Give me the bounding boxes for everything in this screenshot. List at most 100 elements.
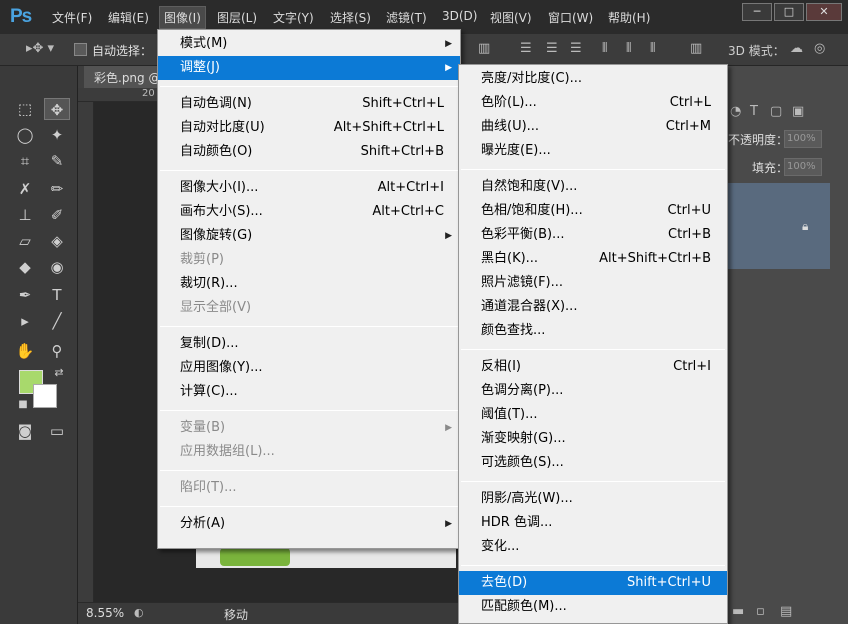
image-menu-item-5[interactable]: 自动颜色(O) Shift+Ctrl+B: [158, 140, 460, 164]
default-colors-icon[interactable]: ■: [10, 394, 36, 416]
new-group-icon[interactable]: ▬: [732, 604, 744, 619]
adjust-menu-item-label: HDR 色调...: [481, 515, 553, 530]
zoom-tool-icon[interactable]: ⚲: [44, 340, 70, 362]
healing-brush-tool-icon[interactable]: ✗: [12, 178, 38, 200]
history-brush-tool-icon[interactable]: ✐: [44, 204, 70, 226]
quick-mask-icon[interactable]: ◙: [12, 420, 38, 442]
adjust-menu-item-20[interactable]: HDR 色调...: [459, 511, 727, 535]
type-tool-icon[interactable]: T: [44, 284, 70, 306]
adjust-menu-item-1[interactable]: 色阶(L)... Ctrl+L: [459, 91, 727, 115]
adjust-menu-item-2[interactable]: 曲线(U)... Ctrl+M: [459, 115, 727, 139]
adjust-menu-item-0[interactable]: 亮度/对比度(C)...: [459, 67, 727, 91]
type-layer-filter-icon[interactable]: T: [750, 104, 758, 119]
minimize-button[interactable]: ─: [742, 3, 772, 21]
auto-select-checkbox[interactable]: [74, 43, 87, 56]
adjust-menu-item-14[interactable]: 色调分离(P)...: [459, 379, 727, 403]
image-menu-item-8[interactable]: 画布大小(S)... Alt+Ctrl+C: [158, 200, 460, 224]
distribute-vcenter-icon[interactable]: ☰: [546, 41, 558, 56]
hand-tool-icon[interactable]: ✋: [12, 340, 38, 362]
distribute-right-icon[interactable]: ⫴: [650, 41, 655, 56]
distribute-hcenter-icon[interactable]: ⫴: [626, 41, 631, 56]
adjust-menu-item-23[interactable]: 去色(D) Shift+Ctrl+U: [459, 571, 727, 595]
smart-object-filter-icon[interactable]: ▣: [792, 104, 804, 119]
move-tool-preset-icon[interactable]: ▸✥ ▾: [26, 41, 54, 56]
pixel-layer-filter-icon[interactable]: ◔: [730, 104, 741, 119]
auto-align-icon[interactable]: ▥: [690, 41, 702, 56]
image-menu-item-12: 显示全部(V): [158, 296, 460, 320]
line-tool-icon[interactable]: ╱: [44, 310, 70, 332]
new-layer-icon[interactable]: ▫: [756, 604, 765, 619]
selected-layer-row[interactable]: 🔒︎: [726, 183, 830, 269]
adjust-menu-item-16[interactable]: 渐变映射(G)...: [459, 427, 727, 451]
menu-type[interactable]: 文字(Y): [273, 9, 314, 26]
pen-tool-icon[interactable]: ✒: [12, 284, 38, 306]
magic-wand-tool-icon[interactable]: ✦: [44, 124, 70, 146]
image-menu-item-1[interactable]: 调整(J) ▶: [158, 56, 460, 80]
adjust-menu-item-10[interactable]: 通道混合器(X)...: [459, 295, 727, 319]
restore-button[interactable]: □: [774, 3, 804, 21]
menu-view[interactable]: 视图(V): [490, 9, 532, 26]
path-selection-tool-icon[interactable]: ▸: [12, 310, 38, 332]
status-info-icon[interactable]: ◐: [134, 606, 144, 619]
image-menu-item-23[interactable]: 分析(A) ▶: [158, 512, 460, 536]
image-menu-item-11[interactable]: 裁切(R)...: [158, 272, 460, 296]
image-menu-item-15[interactable]: 应用图像(Y)...: [158, 356, 460, 380]
menu-help[interactable]: 帮助(H): [608, 9, 650, 26]
3d-orbit-icon[interactable]: ☁: [790, 41, 803, 56]
image-menu-item-16[interactable]: 计算(C)...: [158, 380, 460, 404]
adjust-menu-item-5[interactable]: 自然饱和度(V)...: [459, 175, 727, 199]
clone-stamp-tool-icon[interactable]: ⊥: [12, 204, 38, 226]
lasso-tool-icon[interactable]: ◯: [12, 124, 38, 146]
image-menu-item-3[interactable]: 自动色调(N) Shift+Ctrl+L: [158, 92, 460, 116]
image-menu-item-label: 自动色调(N): [180, 96, 252, 111]
menu-window[interactable]: 窗口(W): [548, 9, 593, 26]
adjust-menu-item-9[interactable]: 照片滤镜(F)...: [459, 271, 727, 295]
zoom-level[interactable]: 8.55%: [86, 606, 124, 620]
blur-tool-icon[interactable]: ◆: [12, 256, 38, 278]
adjust-menu-item-6[interactable]: 色相/饱和度(H)... Ctrl+U: [459, 199, 727, 223]
brush-tool-icon[interactable]: ✏: [44, 178, 70, 200]
menu-select[interactable]: 选择(S): [330, 9, 371, 26]
menu-layer[interactable]: 图层(L): [217, 9, 257, 26]
adjust-menu-item-21[interactable]: 变化...: [459, 535, 727, 559]
screen-mode-icon[interactable]: ▭: [44, 420, 70, 442]
adjust-menu-item-13[interactable]: 反相(I) Ctrl+I: [459, 355, 727, 379]
eyedropper-tool-icon[interactable]: ✎: [44, 150, 70, 172]
menu-image[interactable]: 图像(I): [159, 6, 206, 29]
image-menu-item-0[interactable]: 模式(M) ▶: [158, 32, 460, 56]
image-menu-item-9[interactable]: 图像旋转(G) ▶: [158, 224, 460, 248]
image-menu-item-7[interactable]: 图像大小(I)... Alt+Ctrl+I: [158, 176, 460, 200]
3d-roll-icon[interactable]: ◎: [814, 41, 825, 56]
adjust-menu-item-17[interactable]: 可选颜色(S)...: [459, 451, 727, 475]
shape-layer-filter-icon[interactable]: ▢: [770, 104, 782, 119]
paint-bucket-tool-icon[interactable]: ◈: [44, 230, 70, 252]
adjust-menu-item-8[interactable]: 黑白(K)... Alt+Shift+Ctrl+B: [459, 247, 727, 271]
align-icon[interactable]: ▥: [478, 41, 490, 56]
crop-tool-icon[interactable]: ⌗: [12, 150, 38, 172]
adjust-menu-item-24[interactable]: 匹配颜色(M)...: [459, 595, 727, 619]
fill-input[interactable]: 100%: [784, 158, 822, 176]
opacity-input[interactable]: 100%: [784, 130, 822, 148]
swap-colors-icon[interactable]: ⇄: [46, 362, 72, 384]
eraser-tool-icon[interactable]: ▱: [12, 230, 38, 252]
menu-edit[interactable]: 编辑(E): [108, 9, 149, 26]
distribute-bottom-icon[interactable]: ☰: [570, 41, 582, 56]
adjust-menu-item-7[interactable]: 色彩平衡(B)... Ctrl+B: [459, 223, 727, 247]
adjust-menu-item-11[interactable]: 颜色查找...: [459, 319, 727, 343]
distribute-left-icon[interactable]: ⫴: [602, 41, 607, 56]
close-button[interactable]: ✕: [806, 3, 842, 21]
menu-filter[interactable]: 滤镜(T): [386, 9, 427, 26]
distribute-top-icon[interactable]: ☰: [520, 41, 532, 56]
delete-layer-icon[interactable]: ▤: [780, 604, 792, 619]
image-menu-item-14[interactable]: 复制(D)...: [158, 332, 460, 356]
background-color-swatch[interactable]: [33, 384, 57, 408]
move-tool-icon[interactable]: ✥: [44, 98, 70, 120]
adjust-menu-item-19[interactable]: 阴影/高光(W)...: [459, 487, 727, 511]
dodge-tool-icon[interactable]: ◉: [44, 256, 70, 278]
marquee-tool-icon[interactable]: ⬚: [12, 98, 38, 120]
menu-file[interactable]: 文件(F): [52, 9, 92, 26]
image-menu-item-4[interactable]: 自动对比度(U) Alt+Shift+Ctrl+L: [158, 116, 460, 140]
adjust-menu-item-3[interactable]: 曝光度(E)...: [459, 139, 727, 163]
menu-3d[interactable]: 3D(D): [442, 9, 477, 23]
adjust-menu-item-15[interactable]: 阈值(T)...: [459, 403, 727, 427]
